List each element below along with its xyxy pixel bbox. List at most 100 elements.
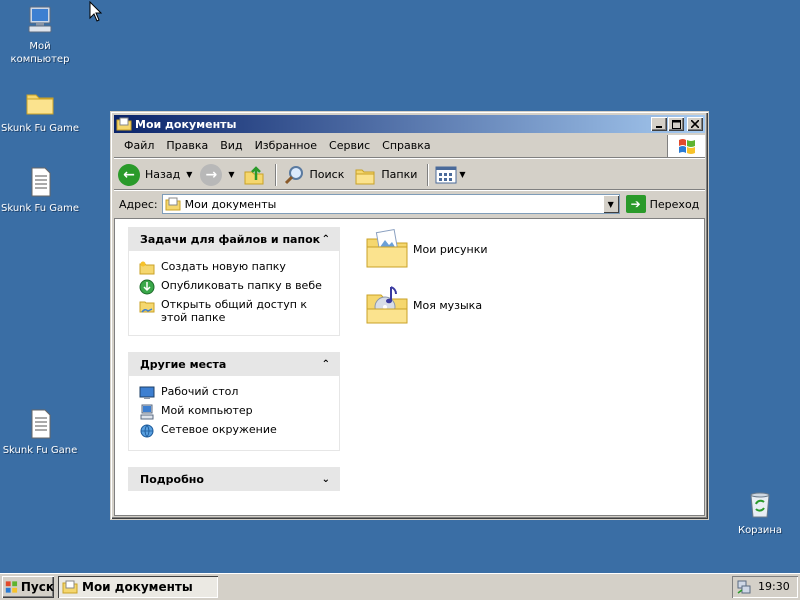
taskbar-button-my-documents[interactable]: Мои документы [58, 575, 218, 598]
task-label: Создать новую папку [161, 260, 286, 273]
minimize-icon [656, 126, 662, 128]
go-button[interactable]: ➔ Переход [625, 195, 700, 213]
network-status-icon[interactable] [736, 579, 752, 595]
back-button[interactable]: ← Назад ▼ [118, 163, 192, 186]
folders-icon [355, 169, 375, 184]
desktop-icon-label: Корзина [737, 525, 783, 536]
documents-folder-icon [62, 580, 78, 593]
my-computer-icon [28, 6, 52, 33]
start-button[interactable]: Пуск [2, 576, 54, 598]
clock[interactable]: 19:30 [758, 580, 790, 593]
text-file-icon [31, 409, 51, 439]
address-input[interactable]: Мои документы ▼ [161, 194, 620, 214]
desktop-icon-label: Мой компьютер [10, 41, 70, 65]
folders-label: Папки [381, 168, 418, 181]
windows-logo-icon [5, 580, 18, 593]
panel-title: Задачи для файлов и папок [140, 232, 321, 246]
my-computer-icon [140, 404, 154, 420]
publish-web-icon [139, 279, 155, 295]
desktop-icon-label: Skunk Fu Game [1, 123, 79, 134]
menu-bar: Файл Правка Вид Избранное Сервис Справка [114, 134, 705, 158]
other-places-panel: Другие места ⌃ Рабочий стол Мой компьюте… [128, 352, 340, 451]
title-bar[interactable]: Мои документы [114, 115, 705, 133]
maximize-button[interactable] [668, 117, 684, 131]
task-share-folder[interactable]: Открыть общий доступ к этой папке [139, 298, 329, 324]
panel-body: Рабочий стол Мой компьютер Сетевое окруж… [128, 376, 340, 451]
desktop-icon [139, 386, 155, 399]
chevron-down-icon[interactable]: ▼ [186, 170, 192, 179]
menu-view[interactable]: Вид [214, 137, 248, 154]
place-desktop[interactable]: Рабочий стол [139, 385, 329, 401]
task-label: Опубликовать папку в вебе [161, 279, 322, 292]
views-button[interactable]: ▼ [435, 166, 466, 184]
desktop-icon-skunk-fu-gane[interactable]: Skunk Fu Gane [0, 408, 80, 457]
recycle-bin-icon [750, 492, 770, 518]
panel-title: Другие места [140, 357, 227, 371]
taskbar: Пуск Мои документы 19:30 [0, 573, 800, 600]
desktop-icon-my-computer[interactable]: Мой компьютер [0, 4, 80, 66]
place-label: Мой компьютер [161, 404, 253, 417]
address-dropdown-button[interactable]: ▼ [602, 195, 619, 213]
menu-edit[interactable]: Правка [160, 137, 214, 154]
panel-body: Создать новую папку Опубликовать папку в… [128, 251, 340, 336]
file-item-my-pictures[interactable]: Мои рисунки [363, 225, 488, 273]
place-my-computer[interactable]: Мой компьютер [139, 404, 329, 420]
address-bar: Адрес: Мои документы ▼ ➔ Переход [114, 192, 705, 216]
panel-header[interactable]: Другие места ⌃ [128, 352, 340, 376]
toolbar-separator [427, 163, 430, 186]
close-icon [691, 120, 699, 128]
documents-folder-icon [165, 197, 181, 211]
new-folder-icon [139, 261, 155, 275]
panel-header[interactable]: Подробно ⌄ [128, 467, 340, 491]
desktop-icon-skunk-fu-folder[interactable]: Skunk Fu Game [0, 86, 80, 135]
chevron-down-icon[interactable]: ▼ [228, 170, 234, 179]
file-name: Мои рисунки [413, 242, 488, 256]
collapse-chevron-icon[interactable]: ⌃ [322, 234, 330, 245]
file-tasks-panel: Задачи для файлов и папок ⌃ Создать нову… [128, 227, 340, 336]
folders-button[interactable]: Папки [354, 164, 417, 186]
go-label: Переход [649, 197, 700, 211]
desktop-icon-label: Skunk Fu Gane [2, 445, 78, 456]
task-new-folder[interactable]: Создать новую папку [139, 260, 329, 276]
folder-icon [26, 94, 54, 115]
music-folder-icon [366, 286, 408, 324]
mouse-cursor-icon [89, 1, 103, 22]
place-network[interactable]: Сетевое окружение [139, 423, 329, 439]
search-label: Поиск [309, 168, 345, 181]
details-panel: Подробно ⌄ [128, 467, 340, 491]
up-folder-button[interactable] [243, 164, 265, 186]
network-icon [140, 424, 154, 438]
pictures-folder-icon [366, 229, 408, 268]
content-area: Задачи для файлов и папок ⌃ Создать нову… [114, 218, 705, 516]
address-value: Мои документы [184, 197, 277, 211]
chevron-down-icon[interactable]: ▼ [459, 170, 465, 179]
forward-button[interactable]: → ▼ [200, 163, 235, 186]
minimize-button[interactable] [651, 117, 667, 131]
chevron-down-icon: ▼ [607, 199, 614, 209]
desktop-icon-recycle-bin[interactable]: Корзина [720, 488, 800, 537]
close-button[interactable] [687, 117, 703, 131]
desktop-icon-skunk-fu-file[interactable]: Skunk Fu Game [0, 166, 80, 215]
explorer-window[interactable]: Мои документы Файл Правка Вид Избранное … [110, 111, 709, 520]
menu-file[interactable]: Файл [118, 137, 160, 154]
views-icon [435, 166, 457, 183]
panel-header[interactable]: Задачи для файлов и папок ⌃ [128, 227, 340, 251]
back-arrow-icon: ← [118, 163, 140, 186]
menu-help[interactable]: Справка [376, 137, 436, 154]
menu-favorites[interactable]: Избранное [249, 137, 323, 154]
task-publish-web[interactable]: Опубликовать папку в вебе [139, 279, 329, 295]
file-item-my-music[interactable]: Моя музыка [363, 281, 482, 329]
text-file-icon [31, 167, 51, 197]
search-button[interactable]: Поиск [283, 164, 345, 186]
toolbar-separator [274, 163, 277, 186]
maximize-icon [671, 119, 681, 129]
panel-title: Подробно [140, 472, 204, 486]
place-label: Сетевое окружение [161, 423, 277, 436]
menu-tools[interactable]: Сервис [323, 137, 376, 154]
windows-logo-icon [667, 134, 705, 157]
expand-chevron-icon[interactable]: ⌄ [322, 474, 330, 485]
place-label: Рабочий стол [161, 385, 239, 398]
search-icon [284, 165, 303, 184]
collapse-chevron-icon[interactable]: ⌃ [322, 359, 330, 370]
go-arrow-icon: ➔ [625, 195, 646, 213]
